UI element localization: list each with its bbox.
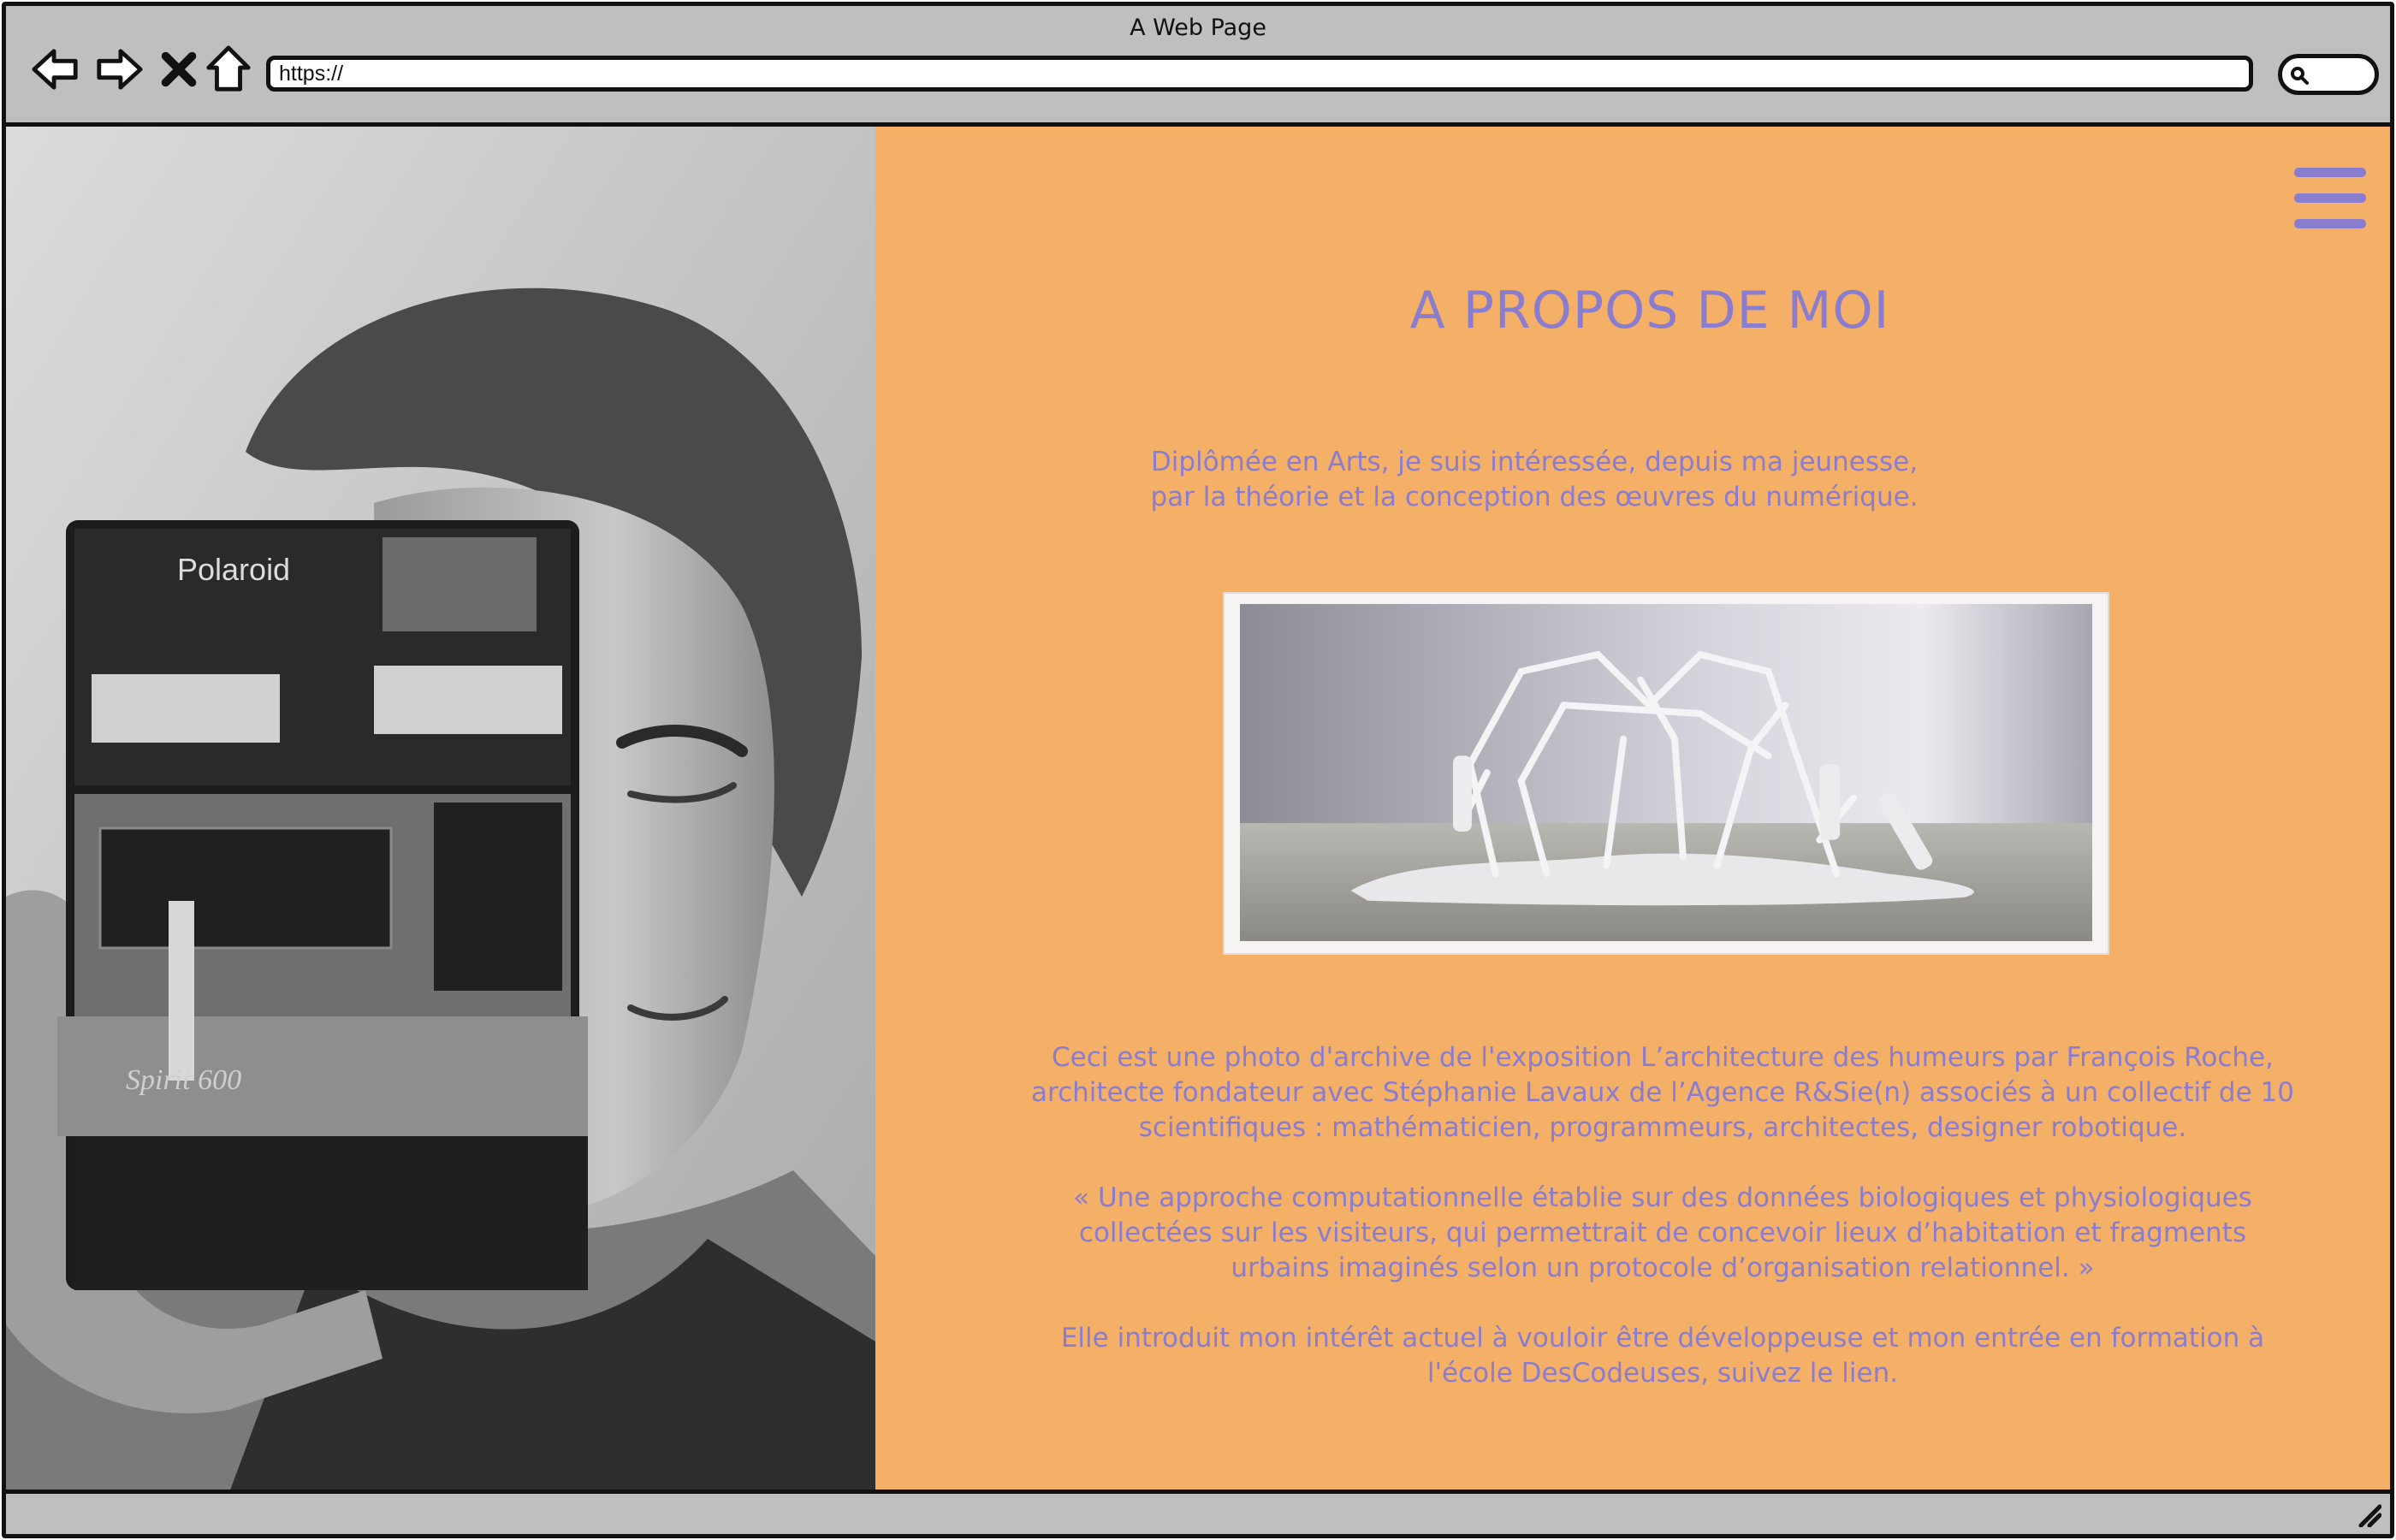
page-content: Polaroid Spirit 600 A PROPOS DE MOI Dipl…	[6, 127, 2390, 1495]
intro-line: Diplômée en Arts, je suis intéressée, de…	[1150, 447, 1919, 477]
quote-paragraph: « Une approche computationnelle établie …	[1073, 1182, 2252, 1283]
forward-button[interactable]	[92, 42, 146, 97]
status-bar	[6, 1490, 2390, 1534]
search-icon	[2291, 67, 2309, 85]
about-body: Ceci est une photo d'archive de l'exposi…	[1029, 1040, 2296, 1426]
intro-text: Diplômée en Arts, je suis intéressée, de…	[1081, 445, 1988, 515]
camera-brand-label: Polaroid	[177, 552, 290, 587]
portrait-photo: Polaroid Spirit 600	[6, 127, 875, 1495]
camera-model-label: Spirit 600	[126, 1064, 241, 1096]
close-icon	[161, 51, 197, 87]
resize-grip-icon[interactable]	[2356, 1502, 2381, 1527]
paragraph: Ceci est une photo d'archive de l'exposi…	[1031, 1042, 2294, 1143]
back-button[interactable]	[28, 42, 83, 97]
url-input[interactable]: https://	[266, 56, 2253, 92]
intro-line: par la théorie et la conception des œuvr…	[1150, 482, 1919, 512]
paragraph: Elle introduit mon intérêt actuel à voul…	[1060, 1323, 2265, 1389]
home-icon	[206, 45, 251, 92]
home-button[interactable]	[201, 42, 256, 97]
forward-arrow-icon	[97, 49, 143, 90]
stop-button[interactable]	[151, 42, 206, 97]
browser-window: A Web Page https:// Polaroid Spirit 600 …	[2, 2, 2394, 1538]
about-section: A PROPOS DE MOI Diplômée en Arts, je sui…	[875, 127, 2390, 1495]
window-title: A Web Page	[1130, 15, 1266, 41]
back-arrow-icon	[32, 49, 78, 90]
exhibition-photo	[1223, 592, 2109, 955]
browser-toolbar: A Web Page https://	[6, 6, 2390, 127]
hamburger-menu-icon[interactable]	[2294, 168, 2366, 229]
page-title: A PROPOS DE MOI	[1409, 281, 1890, 341]
search-button[interactable]	[2278, 54, 2379, 95]
